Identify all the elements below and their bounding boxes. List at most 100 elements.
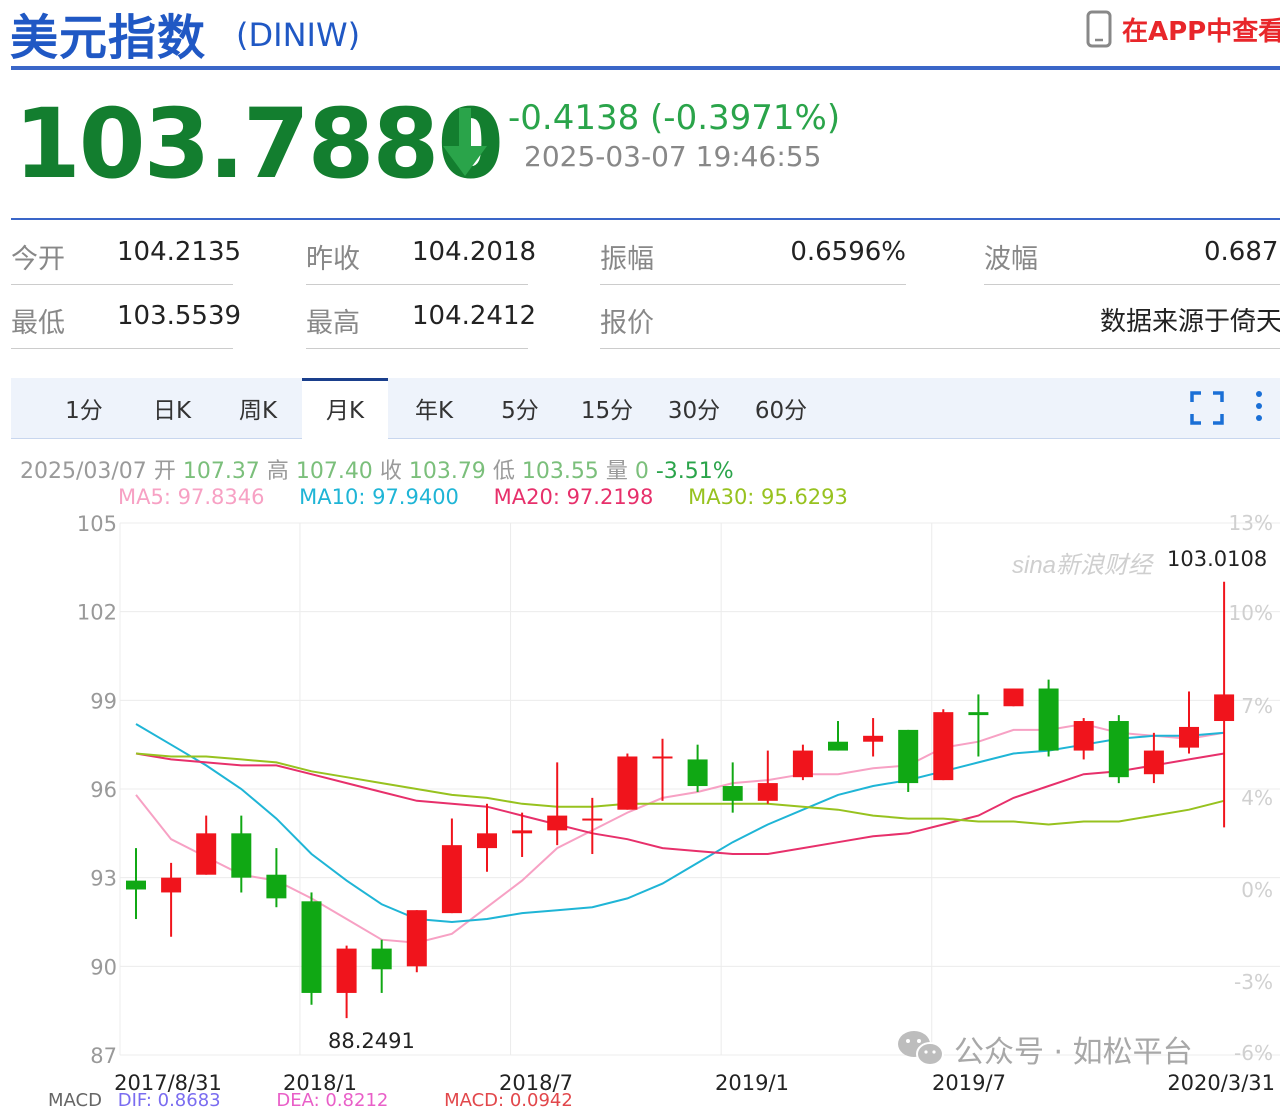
ohlc-date: 2025/03/07 [20, 459, 147, 484]
y-tick-label: 93 [90, 867, 117, 891]
stat-value: 103.5539 [117, 301, 242, 331]
stat-low: 最低 103.5539 [11, 284, 241, 349]
ohlc-pct: -3.51% [655, 459, 734, 484]
candle-body [757, 783, 778, 801]
candle-body [477, 833, 497, 849]
stat-value: 104.2412 [412, 301, 537, 331]
stat-label: 波幅 [984, 244, 1038, 275]
wechat-icon [898, 1031, 944, 1066]
pct-tick-label: 0% [1241, 878, 1273, 902]
legend-ma30: MA30: 95.6293 [688, 485, 848, 509]
x-tick-label: 2019/7 [932, 1071, 1006, 1095]
candle-body [406, 910, 427, 967]
more-options-icon[interactable] [1251, 388, 1267, 428]
pct-axis-labels: 13% 10% 7% 4% 0% -3% -6% [1229, 511, 1273, 1065]
tab-monthly[interactable]: 月K [302, 378, 388, 439]
candle-body [582, 818, 603, 821]
candle-body [898, 729, 919, 784]
chart-annotations: 88.2491 103.0108 [328, 547, 1267, 1053]
sina-watermark: sina新浪财经 [1012, 552, 1155, 579]
y-axis-labels: 105 102 99 96 93 90 87 [77, 512, 117, 1068]
x-tick-label: 2020/3/31 [1167, 1071, 1275, 1095]
candle-body [722, 786, 743, 801]
x-tick-label: 2019/1 [715, 1071, 789, 1095]
stat-prev-close: 昨收 104.2018 [306, 220, 536, 285]
candle-body [441, 845, 462, 914]
stat-label: 昨收 [306, 244, 360, 275]
tab-30min[interactable]: 30分 [649, 378, 739, 438]
candle-body [1179, 726, 1199, 748]
y-tick-label: 96 [90, 778, 117, 802]
stat-label: 最低 [11, 308, 65, 339]
period-tabbar: 1分 日K 周K 月K 年K 5分 15分 30分 60分 [11, 378, 1280, 439]
candle-body [1214, 694, 1235, 722]
open-in-app-link[interactable]: 在APP中查看 [1086, 10, 1280, 48]
candle-body [652, 756, 673, 759]
fullscreen-icon[interactable] [1189, 390, 1225, 426]
tab-yearly[interactable]: 年K [389, 378, 479, 438]
candle-body [968, 712, 989, 716]
candle-body [1038, 688, 1059, 751]
page-title: 美元指数 [10, 10, 207, 66]
candle-body [863, 735, 884, 742]
stat-label: 振幅 [600, 244, 654, 275]
candle-body [126, 880, 146, 890]
wechat-watermark: 公众号 · 如松平台 [898, 1031, 1193, 1070]
pct-tick-label: 4% [1241, 786, 1273, 810]
ohlc-low-label: 低 [492, 459, 515, 484]
stat-value: 104.2018 [412, 237, 537, 267]
chart-grid [119, 522, 1280, 1056]
low-annotation: 88.2491 [328, 1029, 415, 1053]
legend-ma20: MA20: 97.2198 [493, 485, 654, 509]
stat-value: 数据来源于倚天 [1100, 307, 1280, 337]
ma-lines [135, 722, 1225, 944]
tab-daily[interactable]: 日K [127, 378, 217, 438]
tab-5min[interactable]: 5分 [475, 378, 565, 438]
pct-tick-label: -6% [1234, 1041, 1273, 1065]
candle-body [933, 712, 954, 781]
stat-open: 今开 104.2135 [11, 220, 241, 285]
down-arrow-icon [443, 108, 487, 176]
quote-time: 2025-03-07 19:46:55 [524, 140, 822, 173]
high-annotation: 103.0108 [1167, 547, 1267, 571]
candle-body [336, 948, 357, 993]
tab-weekly[interactable]: 周K [213, 378, 303, 438]
pct-tick-label: 10% [1229, 601, 1273, 625]
pct-tick-label: -3% [1234, 970, 1273, 994]
candle-body [301, 901, 322, 993]
stat-amplitude: 振幅 0.6596% [600, 220, 906, 285]
ohlc-close-label: 收 [379, 459, 402, 484]
tab-1min[interactable]: 1分 [39, 378, 129, 438]
y-tick-label: 102 [77, 601, 117, 625]
tab-60min[interactable]: 60分 [736, 378, 826, 438]
price-change: -0.4138 (-0.3971%) [508, 98, 841, 138]
candle-body [1003, 688, 1024, 707]
stat-quote-source: 报价 数据来源于倚天 [600, 284, 1280, 349]
open-in-app-label: 在APP中查看 [1122, 16, 1280, 47]
header-divider [11, 66, 1280, 70]
y-tick-label: 105 [77, 512, 117, 536]
tab-15min[interactable]: 15分 [562, 378, 652, 438]
ticker-code: (DINIW) [236, 16, 361, 54]
phone-icon [1086, 10, 1112, 48]
legend-ma10: MA10: 97.9400 [299, 485, 459, 509]
ohlc-vol-label: 量 [605, 459, 628, 484]
stat-value: 104.2135 [117, 237, 242, 267]
candle-body [1108, 721, 1129, 778]
candles [126, 581, 1235, 1019]
ohlc-open: 107.37 [182, 459, 260, 484]
stat-value: 0.6873 [1204, 237, 1280, 267]
candlestick-chart[interactable]: sina新浪财经 105 102 99 96 93 90 87 13% 10% 7% 4% 0% -3… [0, 510, 1280, 1101]
ohlc-low: 103.55 [521, 459, 599, 484]
legend-ma5: MA5: 97.8346 [118, 485, 265, 509]
ohlc-high-label: 高 [266, 459, 289, 484]
candle-body [231, 833, 252, 878]
candle-body [1073, 721, 1094, 751]
stat-value: 0.6596% [790, 237, 906, 267]
pct-tick-label: 13% [1229, 511, 1273, 535]
stat-high: 最高 104.2412 [306, 284, 536, 349]
candle-body [266, 874, 287, 899]
ohlc-info: 2025/03/07 开 107.37 高 107.40 收 103.79 低 … [20, 453, 734, 485]
y-tick-label: 99 [90, 689, 117, 713]
candle-body [828, 741, 848, 751]
